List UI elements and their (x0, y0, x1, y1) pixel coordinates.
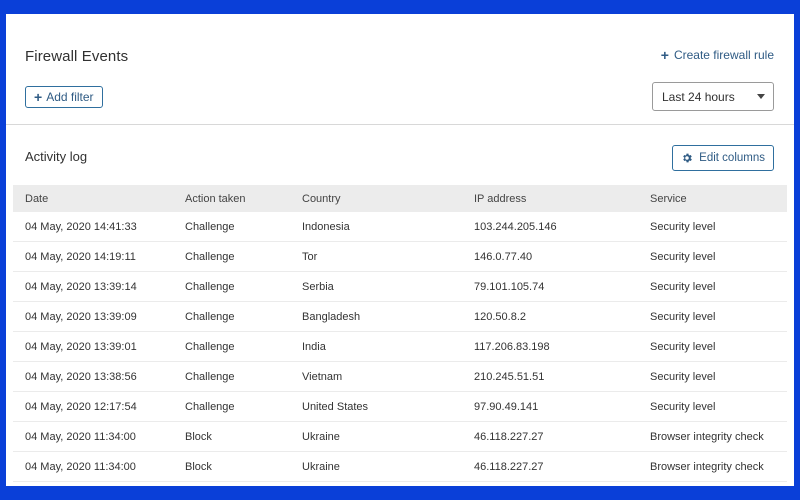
cell-ip: 117.206.83.198 (474, 331, 650, 362)
table-row[interactable]: 04 May, 2020 13:39:09 Challenge Banglade… (13, 301, 787, 332)
cell-service: Security level (650, 241, 787, 272)
cell-action: Block (185, 451, 302, 482)
cell-country: Ukraine (302, 451, 474, 482)
cell-date: 04 May, 2020 12:17:54 (13, 391, 185, 422)
cell-country: Ukraine (302, 421, 474, 452)
activity-log-table: Date Action taken Country IP address Ser… (13, 185, 787, 482)
add-filter-label: Add filter (46, 90, 94, 104)
table-row[interactable]: 04 May, 2020 14:19:11 Challenge Tor 146.… (13, 241, 787, 272)
cell-action: Challenge (185, 361, 302, 392)
column-header-action[interactable]: Action taken (185, 185, 302, 212)
cell-country: Indonesia (302, 212, 474, 242)
cell-date: 04 May, 2020 14:41:33 (13, 212, 185, 242)
cell-service: Security level (650, 301, 787, 332)
cell-ip: 103.244.205.146 (474, 212, 650, 242)
events-header-section: Firewall Events + Create firewall rule +… (6, 14, 794, 125)
cell-date: 04 May, 2020 13:39:14 (13, 271, 185, 302)
cell-country: India (302, 331, 474, 362)
edit-columns-label: Edit columns (699, 152, 765, 164)
column-header-date[interactable]: Date (13, 185, 185, 212)
column-header-service[interactable]: Service (650, 185, 787, 212)
cell-date: 04 May, 2020 11:34:00 (13, 421, 185, 452)
table-row[interactable]: 04 May, 2020 13:38:56 Challenge Vietnam … (13, 361, 787, 392)
cell-action: Challenge (185, 331, 302, 362)
gear-icon (683, 153, 693, 163)
cell-service: Security level (650, 331, 787, 362)
cell-action: Challenge (185, 271, 302, 302)
plus-icon: + (660, 47, 669, 63)
time-range-value: Last 24 hours (662, 89, 735, 104)
cell-country: Vietnam (302, 361, 474, 392)
column-header-ip[interactable]: IP address (474, 185, 650, 212)
cell-action: Challenge (185, 212, 302, 242)
add-filter-button[interactable]: + Add filter (25, 86, 103, 108)
cell-country: Bangladesh (302, 301, 474, 332)
time-range-select[interactable]: Last 24 hours (652, 82, 774, 111)
cell-ip: 146.0.77.40 (474, 241, 650, 272)
table-row[interactable]: 04 May, 2020 14:41:33 Challenge Indonesi… (13, 212, 787, 242)
cell-date: 04 May, 2020 14:19:11 (13, 241, 185, 272)
table-row[interactable]: 04 May, 2020 11:34:00 Block Ukraine 46.1… (13, 451, 787, 482)
plus-icon: + (34, 89, 43, 105)
table-row[interactable]: 04 May, 2020 13:39:01 Challenge India 11… (13, 331, 787, 362)
page-title: Firewall Events (25, 48, 129, 65)
table-row[interactable]: 04 May, 2020 12:17:54 Challenge United S… (13, 391, 787, 422)
cell-service: Security level (650, 271, 787, 302)
table-header-row: Date Action taken Country IP address Ser… (13, 185, 787, 212)
cell-action: Challenge (185, 301, 302, 332)
activity-log-title: Activity log (25, 149, 88, 164)
cell-date: 04 May, 2020 11:34:00 (13, 451, 185, 482)
cell-action: Challenge (185, 391, 302, 422)
create-firewall-rule-label: Create firewall rule (673, 48, 774, 62)
cell-ip: 79.101.105.74 (474, 271, 650, 302)
activity-log-section: Activity log Edit columns Date Action ta… (6, 125, 794, 486)
firewall-events-panel: Firewall Events + Create firewall rule +… (6, 14, 794, 486)
cell-date: 04 May, 2020 13:38:56 (13, 361, 185, 392)
cell-action: Challenge (185, 241, 302, 272)
cell-ip: 97.90.49.141 (474, 391, 650, 422)
cell-service: Browser integrity check (650, 451, 787, 482)
cell-action: Block (185, 421, 302, 452)
cell-country: Tor (302, 241, 474, 272)
cell-ip: 46.118.227.27 (474, 421, 650, 452)
caret-down-icon (757, 94, 765, 99)
create-firewall-rule-link[interactable]: + Create firewall rule (661, 48, 774, 62)
table-row[interactable]: 04 May, 2020 13:39:14 Challenge Serbia 7… (13, 271, 787, 302)
cell-service: Security level (650, 212, 787, 242)
cell-service: Security level (650, 391, 787, 422)
edit-columns-button[interactable]: Edit columns (672, 145, 774, 171)
cell-service: Browser integrity check (650, 421, 787, 452)
cell-country: United States (302, 391, 474, 422)
table-row[interactable]: 04 May, 2020 11:34:00 Block Ukraine 46.1… (13, 421, 787, 452)
screenshot-frame: Firewall Events + Create firewall rule +… (0, 0, 800, 500)
cell-country: Serbia (302, 271, 474, 302)
cell-ip: 210.245.51.51 (474, 361, 650, 392)
column-header-country[interactable]: Country (302, 185, 474, 212)
cell-ip: 120.50.8.2 (474, 301, 650, 332)
cell-date: 04 May, 2020 13:39:01 (13, 331, 185, 362)
cell-date: 04 May, 2020 13:39:09 (13, 301, 185, 332)
cell-service: Security level (650, 361, 787, 392)
cell-ip: 46.118.227.27 (474, 451, 650, 482)
